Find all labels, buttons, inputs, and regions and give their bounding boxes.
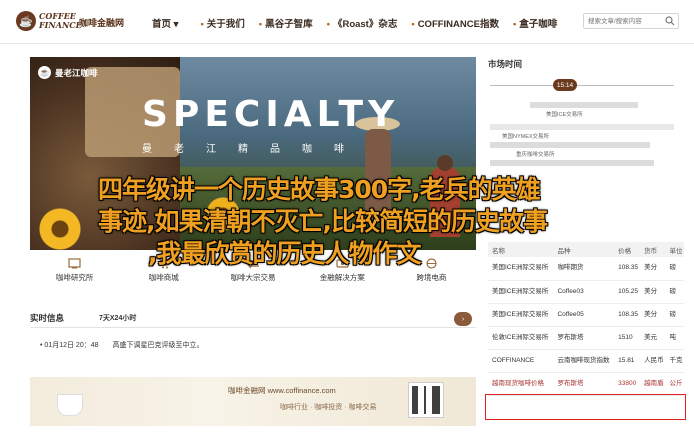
bullet-icon: • xyxy=(200,19,204,30)
microscope-icon xyxy=(68,258,81,269)
search-icon[interactable] xyxy=(665,16,675,26)
timeline-bar xyxy=(490,160,654,166)
bullet-icon: • xyxy=(512,19,517,30)
coffee-cup-icon: ☕ xyxy=(16,11,36,31)
chevron-down-icon: ▾ xyxy=(173,19,179,30)
news-time: • 01月12日 20：48 xyxy=(40,342,99,349)
overlay-line: ,我最欣赏的历史人物作文 xyxy=(148,239,422,268)
promo-site: 咖啡金融网 www.coffinance.com xyxy=(228,386,336,395)
realtime-subtitle: 7天X24小时 xyxy=(99,315,137,322)
timeline-label: 美国ICE交易所 xyxy=(546,112,583,118)
current-time-marker: 15:14 xyxy=(553,79,577,91)
more-button[interactable]: › xyxy=(454,312,472,326)
timeline-bar xyxy=(530,102,638,108)
bullet-icon: • xyxy=(411,19,415,30)
nav-home[interactable]: 首页 ▾ xyxy=(152,16,178,30)
overlay-caption: 四年级讲一个历史故事300字,老兵的英雄 事迹,如果清朝不灭亡,比较简短的历史故… xyxy=(98,174,648,270)
site-header: ☕ COFFEE FINANCE 咖啡金融网 首页 ▾ • 关于我们 • 黑谷子智库… xyxy=(0,0,694,44)
promo-banner[interactable]: 咖啡金融网 www.coffinance.com 咖啡行业 · 咖啡投资 · 咖… xyxy=(30,377,476,426)
table-row-highlighted[interactable]: 越南现货咖啡价格 罗布斯塔 33800 越南盾 公斤 xyxy=(488,372,684,396)
banner-headline: SPECIALTY xyxy=(142,94,400,135)
site-logo[interactable]: ☕ COFFEE FINANCE xyxy=(16,11,82,31)
table-row[interactable]: 伦敦ICE洲际交易所 罗布斯塔 1510 美元吨 xyxy=(488,326,684,350)
nav-about[interactable]: • 关于我们 xyxy=(200,16,244,30)
qr-code xyxy=(408,382,444,418)
bullet-icon: • xyxy=(326,19,330,30)
banner-subline: 曼老江精品咖啡 xyxy=(142,144,366,155)
nav-roast-magazine[interactable]: • 《Roast》杂志 xyxy=(327,16,398,30)
table-row[interactable]: COFFINANCE 云南咖啡现货指数 15.81 人民币 千克 xyxy=(488,349,684,373)
timeline-label: 美国NYMEX交易所 xyxy=(502,134,550,140)
search-box xyxy=(583,13,679,29)
table-row[interactable]: 美国ICE洲际交易所 Coffee03 105.25 美分磅 xyxy=(488,280,684,304)
quick-link-research[interactable]: 咖啡研究所 xyxy=(30,251,119,287)
timeline-label: 重庆咖啡交易所 xyxy=(516,152,555,158)
timeline-bar xyxy=(490,142,650,148)
arrow-right-icon: › xyxy=(461,315,465,323)
market-time-title: 市场时间 xyxy=(488,59,523,69)
news-item[interactable]: • 01月12日 20：48 高盛下调星巴克评级至中立。 xyxy=(40,340,204,350)
nav-coffinance-index[interactable]: • COFFINANCE指数 xyxy=(411,16,499,30)
realtime-header: 实时信息 7天X24小时 › xyxy=(30,310,476,328)
highlight-box xyxy=(485,394,686,420)
timeline-axis xyxy=(490,85,674,86)
timeline-bar xyxy=(490,124,674,130)
market-timeline: 15:14 美国ICE交易所 美国NYMEX交易所 重庆咖啡交易所 xyxy=(490,76,674,166)
search-input[interactable] xyxy=(584,14,662,28)
site-name[interactable]: 咖啡金融网 xyxy=(79,16,124,29)
sunflower-image xyxy=(38,207,82,250)
table-row[interactable]: 美国ICE洲际交易所 Coffee05 108.35 美分磅 xyxy=(488,303,684,327)
overlay-line: 四年级讲一个历史故事300字,老兵的英雄 xyxy=(98,175,541,204)
news-text: 高盛下调星巴克评级至中立。 xyxy=(112,342,204,349)
nav-box-coffee[interactable]: • 盒子咖啡 xyxy=(513,16,557,30)
nav-think-tank[interactable]: • 黑谷子智库 xyxy=(259,16,313,30)
coffee-cup-image xyxy=(57,394,83,416)
banner-brand: ☕ 曼老江咖啡 xyxy=(38,66,98,79)
bullet-icon: • xyxy=(258,19,263,30)
realtime-title: 实时信息 xyxy=(30,313,65,323)
promo-slogan: 咖啡行业 · 咖啡投资 · 咖啡交易 xyxy=(280,404,377,411)
logo-text: COFFEE FINANCE xyxy=(39,11,82,30)
overlay-line: 事迹,如果清朝不灭亡,比较简短的历史故事 xyxy=(98,207,548,236)
main-nav: 首页 ▾ • 关于我们 • 黑谷子智库 • 《Roast》杂志 • COFFINANCE… xyxy=(152,16,571,30)
brand-icon: ☕ xyxy=(38,66,51,79)
